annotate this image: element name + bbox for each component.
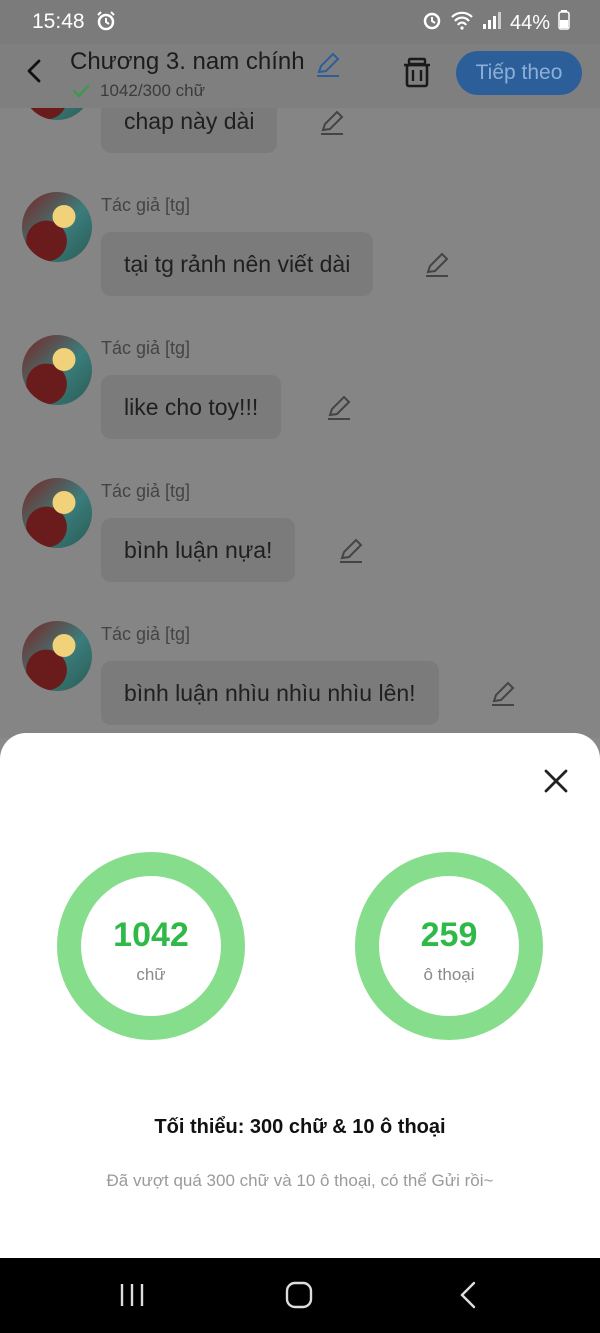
back-arrow-icon[interactable]: [22, 58, 48, 89]
signal-icon: [482, 11, 502, 35]
word-count-row: 1042/300 chữ: [70, 80, 205, 102]
edit-message-icon[interactable]: [325, 393, 353, 426]
battery-icon: [558, 10, 570, 36]
minimum-requirement: Tối thiểu: 300 chữ & 10 ô thoại: [154, 1116, 446, 1138]
avatar[interactable]: [22, 335, 92, 405]
stats-sheet: 1042 chữ 259 ô thoại Tối thiểu: 300 chữ …: [0, 733, 600, 1258]
message-author: Tác giả [tg]: [101, 338, 191, 358]
word-count-value: 1042: [113, 915, 189, 954]
message-text: like cho toy!!!: [124, 393, 259, 420]
battery-level: 44%: [509, 11, 550, 34]
edit-message-icon[interactable]: [489, 679, 517, 712]
alarm-icon: [96, 11, 116, 37]
message-author: Tác giả [tg]: [101, 624, 191, 644]
trash-icon[interactable]: [400, 56, 434, 95]
system-nav-bar: [0, 1258, 600, 1333]
edit-message-icon[interactable]: [423, 250, 451, 283]
home-icon[interactable]: [284, 1280, 314, 1315]
avatar[interactable]: [22, 478, 92, 548]
message-bubble[interactable]: like cho toy!!!: [101, 375, 282, 439]
message-bubble[interactable]: chap này dài: [101, 108, 278, 153]
chapter-title: Chương 3. nam chính: [70, 48, 305, 75]
close-icon[interactable]: [540, 765, 572, 797]
word-count-ring: 1042 chữ: [57, 852, 245, 1040]
requirement-note: Đã vượt quá 300 chữ và 10 ô thoại, có th…: [106, 1171, 494, 1190]
message-list: chap này dài Tác giả [tg] tại tg rảnh nê…: [0, 108, 600, 738]
message-text: bình luận nhìu nhìu nhìu lên!: [124, 679, 416, 706]
edit-message-icon[interactable]: [318, 108, 346, 141]
message-text: tại tg rảnh nên viết dài: [124, 250, 351, 277]
message-author: Tác giả [tg]: [101, 195, 191, 215]
dialog-count-unit: ô thoại: [423, 964, 475, 984]
dialog-count-value: 259: [420, 915, 478, 954]
edit-message-icon[interactable]: [337, 536, 365, 569]
message-text: chap này dài: [124, 108, 255, 134]
avatar[interactable]: [22, 192, 92, 262]
message-author: Tác giả [tg]: [101, 481, 191, 501]
dialog-count-ring: 259 ô thoại: [355, 852, 543, 1040]
avatar[interactable]: [22, 108, 92, 120]
message-bubble[interactable]: bình luận nựa!: [101, 518, 296, 582]
edit-title-icon[interactable]: [314, 50, 342, 83]
message-text: bình luận nựa!: [124, 536, 273, 563]
check-icon: [70, 80, 92, 102]
wifi-icon: [450, 10, 474, 36]
back-icon[interactable]: [456, 1280, 480, 1315]
next-button[interactable]: Tiếp theo: [456, 51, 582, 95]
avatar[interactable]: [22, 621, 92, 691]
recent-apps-icon[interactable]: [118, 1280, 146, 1315]
word-count-unit: chữ: [136, 964, 166, 984]
chapter-header: Chương 3. nam chính 1042/300 chữ Tiếp th…: [0, 44, 600, 108]
message-bubble[interactable]: bình luận nhìu nhìu nhìu lên!: [101, 661, 439, 725]
message-bubble[interactable]: tại tg rảnh nên viết dài: [101, 232, 374, 296]
status-bar: 15:48 44%: [0, 0, 600, 44]
word-count: 1042/300 chữ: [100, 81, 205, 100]
status-time: 15:48: [32, 10, 85, 33]
alarm-icon: [422, 10, 442, 36]
